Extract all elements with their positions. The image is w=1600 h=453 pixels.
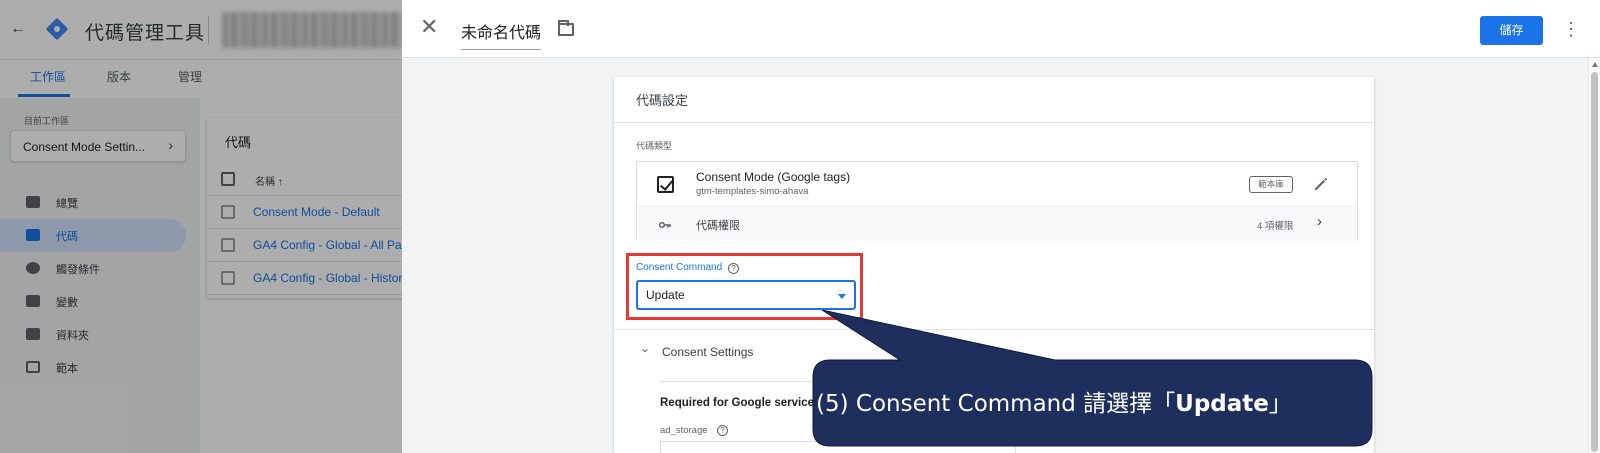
highlight-frame <box>626 253 863 320</box>
more-options-icon[interactable]: ⋮ <box>1562 16 1580 42</box>
tag-type-vendor: gtm-templates-simo-ahava <box>696 186 809 197</box>
key-icon <box>659 221 671 229</box>
callout-bold: Update <box>1175 391 1269 417</box>
consent-settings-title[interactable]: Consent Settings <box>662 345 753 359</box>
scrollbar-thumb[interactable] <box>1591 72 1598 452</box>
chevron-right-icon: › <box>1317 213 1322 230</box>
tag-name-field[interactable]: 未命名代碼 <box>461 19 542 50</box>
callout-prefix: (5) Consent Command 請選擇「 <box>816 391 1176 417</box>
tag-permissions-row[interactable]: 代碼權限 4 項權限 › <box>637 206 1357 241</box>
divider <box>614 122 1374 123</box>
callout-text: (5) Consent Command 請選擇「Update」 <box>816 362 1378 446</box>
ad-storage-label: ad_storage <box>660 425 708 436</box>
tag-type-name: Consent Mode (Google tags) <box>696 170 851 184</box>
screen: ← 代碼管理工具 工作區 版本 管理 目前工作區 Consent Mode Se… <box>0 0 1600 453</box>
tag-type-row[interactable]: Consent Mode (Google tags) gtm-templates… <box>637 162 1357 206</box>
close-icon[interactable]: ✕ <box>420 16 438 38</box>
editor-header: ✕ 未命名代碼 儲存 ⋮ <box>402 0 1600 58</box>
card-title: 代碼設定 <box>636 93 689 108</box>
tag-type-caption: 代碼類型 <box>636 141 673 151</box>
help-icon[interactable]: ? <box>717 425 728 436</box>
chevron-down-icon[interactable]: ⌄ <box>640 341 650 355</box>
save-button[interactable]: 儲存 <box>1480 16 1543 45</box>
tag-type-box: Consent Mode (Google tags) gtm-templates… <box>636 161 1358 241</box>
template-gallery-badge: 範本庫 <box>1249 176 1293 193</box>
callout-suffix: 」 <box>1268 391 1292 417</box>
scrollbar[interactable] <box>1588 58 1600 453</box>
modal-scrim[interactable] <box>0 0 410 453</box>
divider <box>614 329 1374 330</box>
pencil-icon[interactable] <box>1312 175 1330 193</box>
permissions-count: 4 項權限 <box>1257 221 1294 232</box>
folder-icon[interactable] <box>558 20 574 36</box>
required-services-label: Required for Google services <box>660 397 821 409</box>
scroll-up-icon[interactable] <box>1592 62 1598 67</box>
permissions-label: 代碼權限 <box>696 220 740 232</box>
checkbox-checked-icon <box>657 176 674 193</box>
